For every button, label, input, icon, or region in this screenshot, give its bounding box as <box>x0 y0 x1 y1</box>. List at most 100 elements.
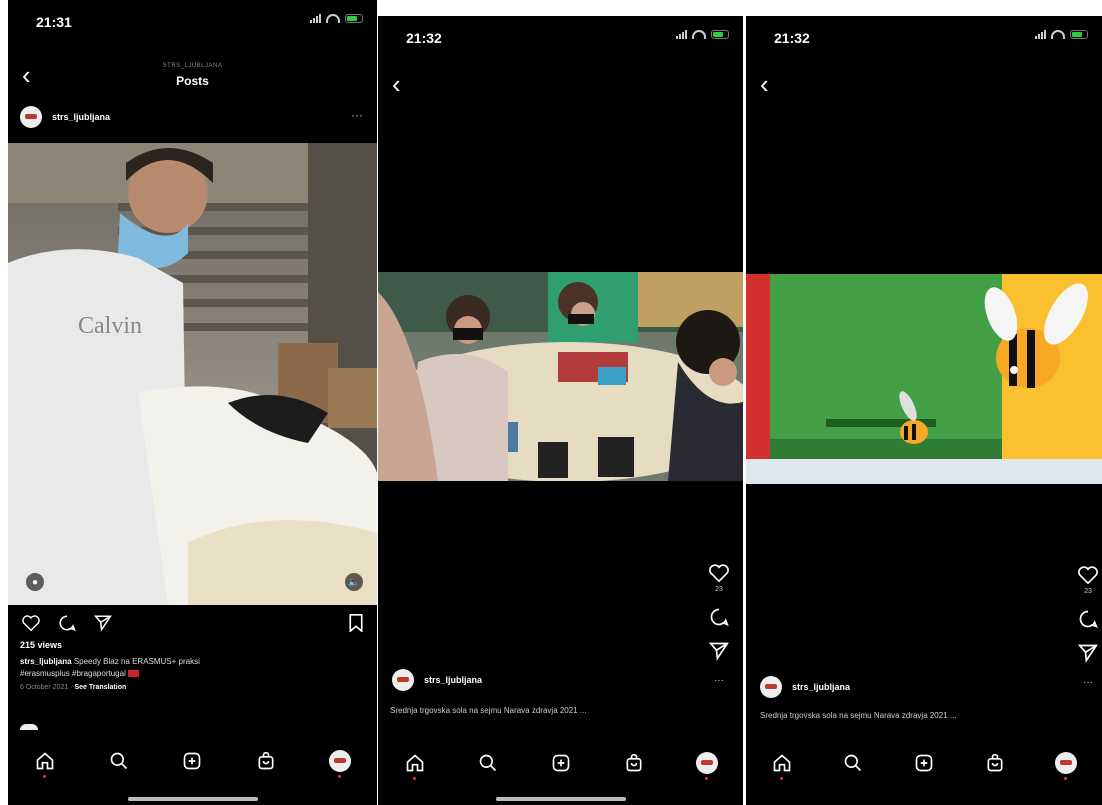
tab-home[interactable] <box>768 749 796 780</box>
feed-post-screen: 21:31 ‹ STRS_LJUBLJANA Posts strs_ljublj… <box>8 0 377 805</box>
tab-profile[interactable] <box>1052 749 1080 780</box>
comment-icon[interactable] <box>1078 609 1098 629</box>
tab-search[interactable] <box>105 747 133 775</box>
tab-home[interactable] <box>401 749 429 780</box>
like-count: 23 <box>715 586 723 593</box>
tab-search[interactable] <box>474 749 502 777</box>
flag-emoji-icon <box>128 670 140 678</box>
post-username[interactable]: strs_ljubljana <box>52 112 110 122</box>
more-options-button[interactable]: ··· <box>714 675 724 686</box>
chevron-left-icon: ‹ <box>760 69 769 99</box>
status-time: 21:32 <box>774 30 810 46</box>
heart-icon[interactable] <box>22 615 40 631</box>
more-options-button[interactable]: ··· <box>1083 677 1093 688</box>
home-icon <box>36 752 54 770</box>
bookmark-icon[interactable] <box>349 614 363 632</box>
action-column: 23 ··· <box>709 564 729 686</box>
share-icon[interactable] <box>1078 643 1098 663</box>
profile-icon <box>1055 752 1078 774</box>
search-icon <box>844 754 861 772</box>
shop-icon <box>987 753 1003 772</box>
avatar[interactable] <box>760 676 782 698</box>
battery-icon <box>345 14 363 23</box>
tab-profile[interactable] <box>693 749 721 780</box>
post-username[interactable]: strs_ljubljana <box>424 675 482 685</box>
caption-text: Speedy Blaz na ERASMUS+ praksi <box>73 657 200 666</box>
post-date-row: 6 October 2021 · See Translation <box>20 684 127 691</box>
avatar[interactable] <box>392 669 414 691</box>
see-translation-link[interactable]: See Translation <box>75 684 127 691</box>
comment-icon[interactable] <box>709 607 729 627</box>
search-icon <box>479 754 496 772</box>
next-post-avatar <box>20 724 38 730</box>
view-count: 215 views <box>20 640 63 650</box>
like-count: 23 <box>1084 588 1092 595</box>
post-username[interactable]: strs_ljubljana <box>792 682 850 692</box>
profile-icon <box>329 750 352 772</box>
battery-icon <box>711 30 729 39</box>
post-author: strs_ljubljana <box>760 676 850 698</box>
add-icon <box>184 752 201 770</box>
post-header: strs_ljubljana <box>20 106 110 128</box>
wifi-icon <box>1051 30 1065 39</box>
status-icons <box>676 30 729 39</box>
home-indicator <box>495 797 626 801</box>
sweater-text: Calvin <box>78 313 142 339</box>
tab-home[interactable] <box>31 747 59 778</box>
tab-add[interactable] <box>547 749 575 777</box>
user-tag-icon: ● <box>31 576 39 588</box>
signal-icon <box>1035 30 1046 39</box>
share-icon[interactable] <box>709 641 729 661</box>
more-options-button[interactable]: ··· <box>351 108 363 122</box>
status-icons <box>1035 30 1088 39</box>
shop-icon <box>626 753 641 772</box>
page-title: Posts <box>176 74 209 88</box>
bottom-tab-bar <box>746 743 1102 783</box>
add-icon <box>915 754 933 772</box>
shop-icon <box>258 751 274 770</box>
user-tag-button[interactable]: ● <box>26 573 44 591</box>
comment-icon[interactable] <box>58 614 76 632</box>
post-date: 6 October 2021 <box>20 684 69 691</box>
video-frame[interactable] <box>378 272 743 481</box>
header-subtitle: STRS_LJUBLJANA <box>162 63 223 69</box>
action-column: 23 ··· <box>1078 566 1098 688</box>
home-indicator <box>127 797 258 801</box>
video-frame[interactable] <box>746 274 1102 484</box>
heart-icon[interactable] <box>709 564 729 582</box>
search-icon <box>110 752 127 770</box>
status-icons <box>310 14 363 23</box>
heart-icon[interactable] <box>1078 566 1098 584</box>
back-button[interactable]: ‹ <box>760 71 769 97</box>
battery-icon <box>1070 30 1088 39</box>
share-icon[interactable] <box>94 614 112 632</box>
post-caption: strs_ljubljana Speedy Blaz na ERASMUS+ p… <box>20 656 360 680</box>
back-button[interactable]: ‹ <box>392 71 401 97</box>
wifi-icon <box>692 30 706 39</box>
bottom-tab-bar <box>378 743 743 783</box>
tab-shop[interactable] <box>252 747 280 775</box>
add-icon <box>552 754 569 772</box>
status-time: 21:32 <box>406 30 442 46</box>
video-viewer-screen-2: 21:32 ‹ 23 ··· strs_ljubljana Srednja tr… <box>746 16 1102 805</box>
sound-icon: 🔈 <box>348 576 360 587</box>
post-caption[interactable]: Srednja trgovska sola na sejmu Narava zd… <box>760 711 1060 720</box>
caption-username[interactable]: strs_ljubljana <box>20 657 72 666</box>
chevron-left-icon: ‹ <box>392 69 401 99</box>
home-icon <box>406 754 423 772</box>
video-viewer-screen-1: 21:32 ‹ 23 ··· strs_ljubljana Srednja tr… <box>378 16 743 805</box>
tab-search[interactable] <box>839 749 867 777</box>
signal-icon <box>310 14 321 23</box>
sound-button[interactable]: 🔈 <box>345 573 363 591</box>
avatar[interactable] <box>20 106 42 128</box>
tab-shop[interactable] <box>620 749 648 777</box>
tab-add[interactable] <box>178 747 206 775</box>
tab-add[interactable] <box>910 749 938 777</box>
wifi-icon <box>326 14 340 23</box>
tab-profile[interactable] <box>326 747 354 778</box>
caption-tags[interactable]: #erasmusplus #bragaportugal <box>20 669 126 678</box>
post-video[interactable]: Calvin ● 🔈 <box>8 143 377 605</box>
post-caption[interactable]: Srednja trgovska sola na sejmu Narava zd… <box>390 706 710 715</box>
tab-shop[interactable] <box>981 749 1009 777</box>
status-time: 21:31 <box>36 14 72 30</box>
